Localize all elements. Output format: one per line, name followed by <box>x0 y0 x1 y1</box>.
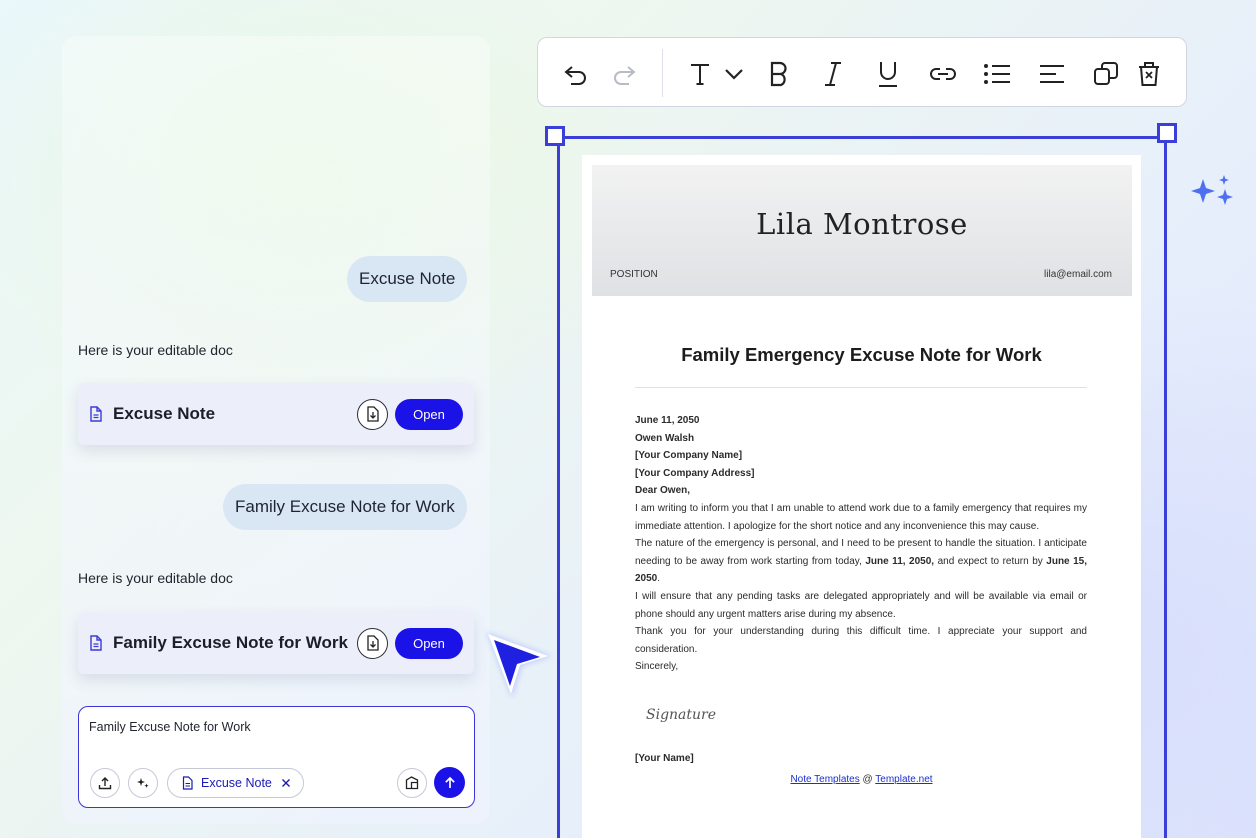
letter-company-name: [Your Company Name] <box>635 450 743 462</box>
close-icon[interactable] <box>281 778 291 788</box>
attached-doc-chip[interactable]: Excuse Note <box>167 768 304 798</box>
upload-icon <box>98 777 112 790</box>
letter-date: June 11, 2050 <box>635 415 700 426</box>
title-divider <box>635 387 1087 388</box>
letter-paragraph: The nature of the emergency is personal,… <box>635 538 1088 585</box>
assistant-message-text: Here is your editable doc <box>78 570 233 586</box>
chip-label: Excuse Note <box>201 776 272 790</box>
redo-icon[interactable] <box>610 60 638 88</box>
send-button[interactable] <box>434 767 465 798</box>
letter-closing: Sincerely, <box>635 661 679 673</box>
signer-name: [Your Name] <box>635 753 694 764</box>
doc-card[interactable]: Family Excuse Note for Work Open <box>78 612 474 674</box>
download-button[interactable] <box>357 627 388 659</box>
resize-handle-top-right[interactable] <box>1157 123 1177 143</box>
open-button[interactable]: Open <box>395 627 463 659</box>
prompt-input[interactable]: Family Excuse Note for Work <box>89 720 251 734</box>
upload-button[interactable] <box>90 768 120 798</box>
toolbar-divider <box>662 49 663 97</box>
undo-icon[interactable] <box>562 60 590 88</box>
download-file-icon <box>366 635 379 651</box>
arrow-up-icon <box>444 776 455 788</box>
template-net-link[interactable]: Template.net <box>875 774 932 785</box>
letter-paragraph: Thank you for your understanding during … <box>635 626 1087 655</box>
note-templates-link[interactable]: Note Templates <box>790 774 859 785</box>
document-icon <box>182 776 193 790</box>
user-message-bubble: Family Excuse Note for Work <box>223 484 467 530</box>
pointer-cursor-icon <box>478 626 562 715</box>
assistant-message-text: Here is your editable doc <box>78 342 233 358</box>
sparkle-icon <box>137 778 149 788</box>
text-style-icon[interactable] <box>686 60 714 88</box>
resize-handle-top-left[interactable] <box>545 126 565 146</box>
letter-paragraph: I will ensure that any pending tasks are… <box>635 590 1087 620</box>
list-icon[interactable] <box>983 60 1011 88</box>
footer-separator: @ <box>862 774 873 785</box>
align-icon[interactable] <box>1038 60 1066 88</box>
download-button[interactable] <box>357 398 388 430</box>
link-icon[interactable] <box>929 60 957 88</box>
ai-magic-button[interactable] <box>128 768 158 798</box>
doc-card-title: Excuse Note <box>113 404 216 423</box>
doc-card[interactable]: Excuse Note Open <box>78 383 474 445</box>
editor-toolbar <box>537 37 1187 107</box>
template-picker-button[interactable] <box>397 768 427 798</box>
italic-icon[interactable] <box>819 60 847 88</box>
doc-card-title: Family Excuse Note for Work <box>113 633 348 652</box>
document-icon <box>89 406 105 422</box>
sparkle-icon <box>1188 175 1238 220</box>
chevron-down-icon[interactable] <box>720 60 748 88</box>
signature: Signature <box>646 707 717 723</box>
bold-icon[interactable] <box>765 60 793 88</box>
sender-position: POSITION <box>610 269 658 280</box>
letter-recipient: Owen Walsh <box>635 432 695 444</box>
letter-paragraph: I am writing to inform you that I am una… <box>635 502 1087 532</box>
underline-icon[interactable] <box>874 60 902 88</box>
letter-salutation: Dear Owen, <box>635 485 691 497</box>
footer-links: Note Templates @ Template.net <box>582 774 1141 785</box>
prompt-input-box[interactable]: Family Excuse Note for Work Excuse Note <box>78 706 475 808</box>
sender-name: Lila Montrose <box>756 207 968 241</box>
document-title: Family Emergency Excuse Note for Work <box>681 344 1042 365</box>
open-button[interactable]: Open <box>395 398 463 430</box>
letter-company-address: [Your Company Address] <box>635 467 755 479</box>
sender-email: lila@email.com <box>1044 269 1112 280</box>
download-file-icon <box>366 406 379 422</box>
document-icon <box>89 635 105 651</box>
letter-body: June 11, 2050 Owen Walsh [Your Company N… <box>635 412 1087 676</box>
document-header: Lila Montrose POSITION lila@email.com <box>592 165 1132 296</box>
document-page: Lila Montrose POSITION lila@email.com Fa… <box>582 155 1141 838</box>
layout-icon <box>405 776 419 790</box>
user-message-bubble: Excuse Note <box>347 256 468 302</box>
duplicate-icon[interactable] <box>1092 60 1120 88</box>
delete-icon[interactable] <box>1135 60 1163 88</box>
